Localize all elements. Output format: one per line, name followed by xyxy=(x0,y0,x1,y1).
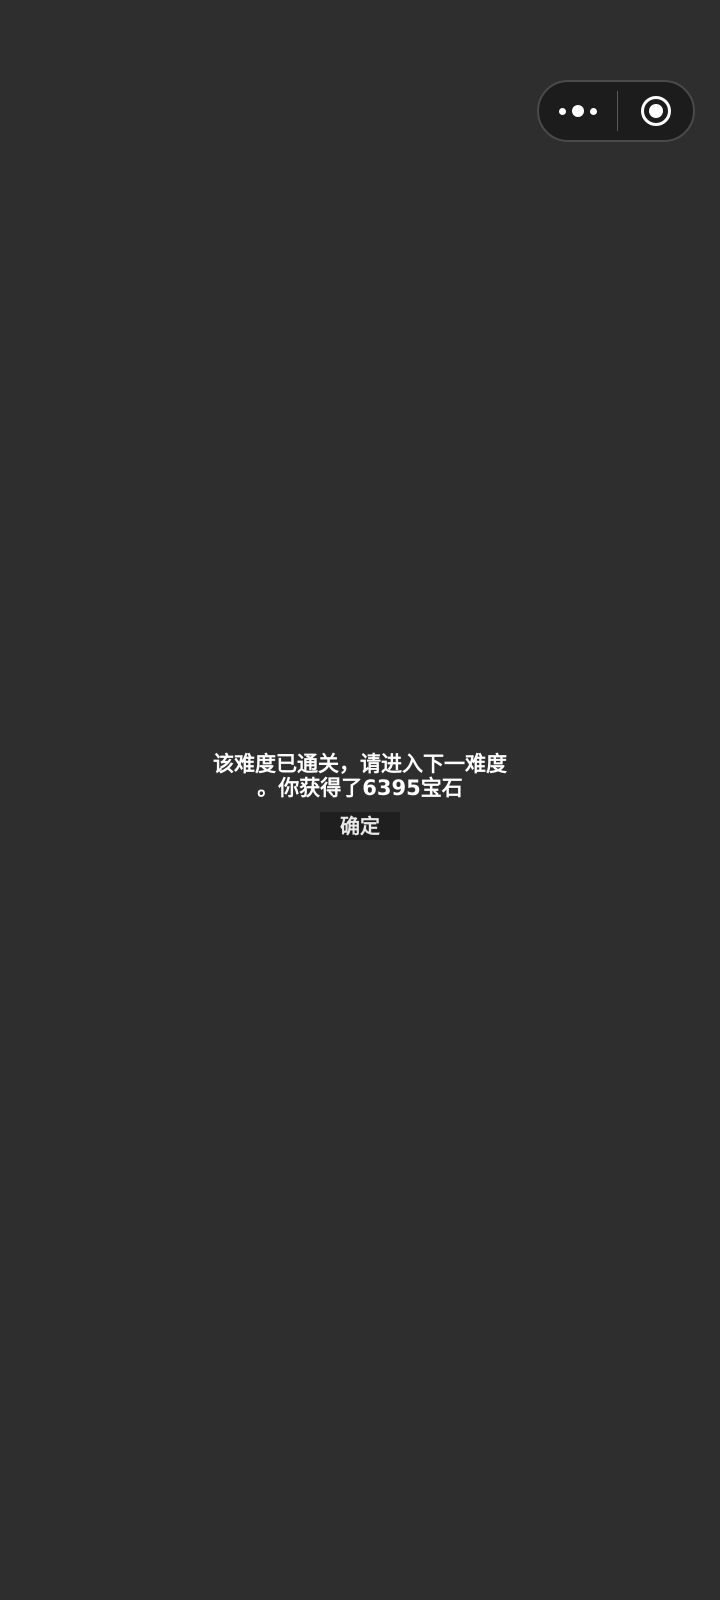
more-dots-icon xyxy=(590,107,597,115)
more-button[interactable] xyxy=(539,82,617,140)
level-complete-dialog: 该难度已通关，请进入下一难度 。你获得了6395宝石 确定 xyxy=(0,752,720,840)
target-circle-icon xyxy=(640,96,671,126)
target-circle-icon-center xyxy=(648,104,663,118)
dialog-message-line-2: 。你获得了6395宝石 xyxy=(257,776,463,800)
close-mini-program-button[interactable] xyxy=(618,82,693,140)
dialog-message: 该难度已通关，请进入下一难度 。你获得了6395宝石 xyxy=(213,752,507,800)
dialog-message-line-1: 该难度已通关，请进入下一难度 xyxy=(213,752,507,776)
mini-program-capsule xyxy=(537,80,695,142)
more-dots-icon xyxy=(559,107,566,115)
confirm-button[interactable]: 确定 xyxy=(320,812,400,840)
more-dots-icon xyxy=(572,105,584,117)
